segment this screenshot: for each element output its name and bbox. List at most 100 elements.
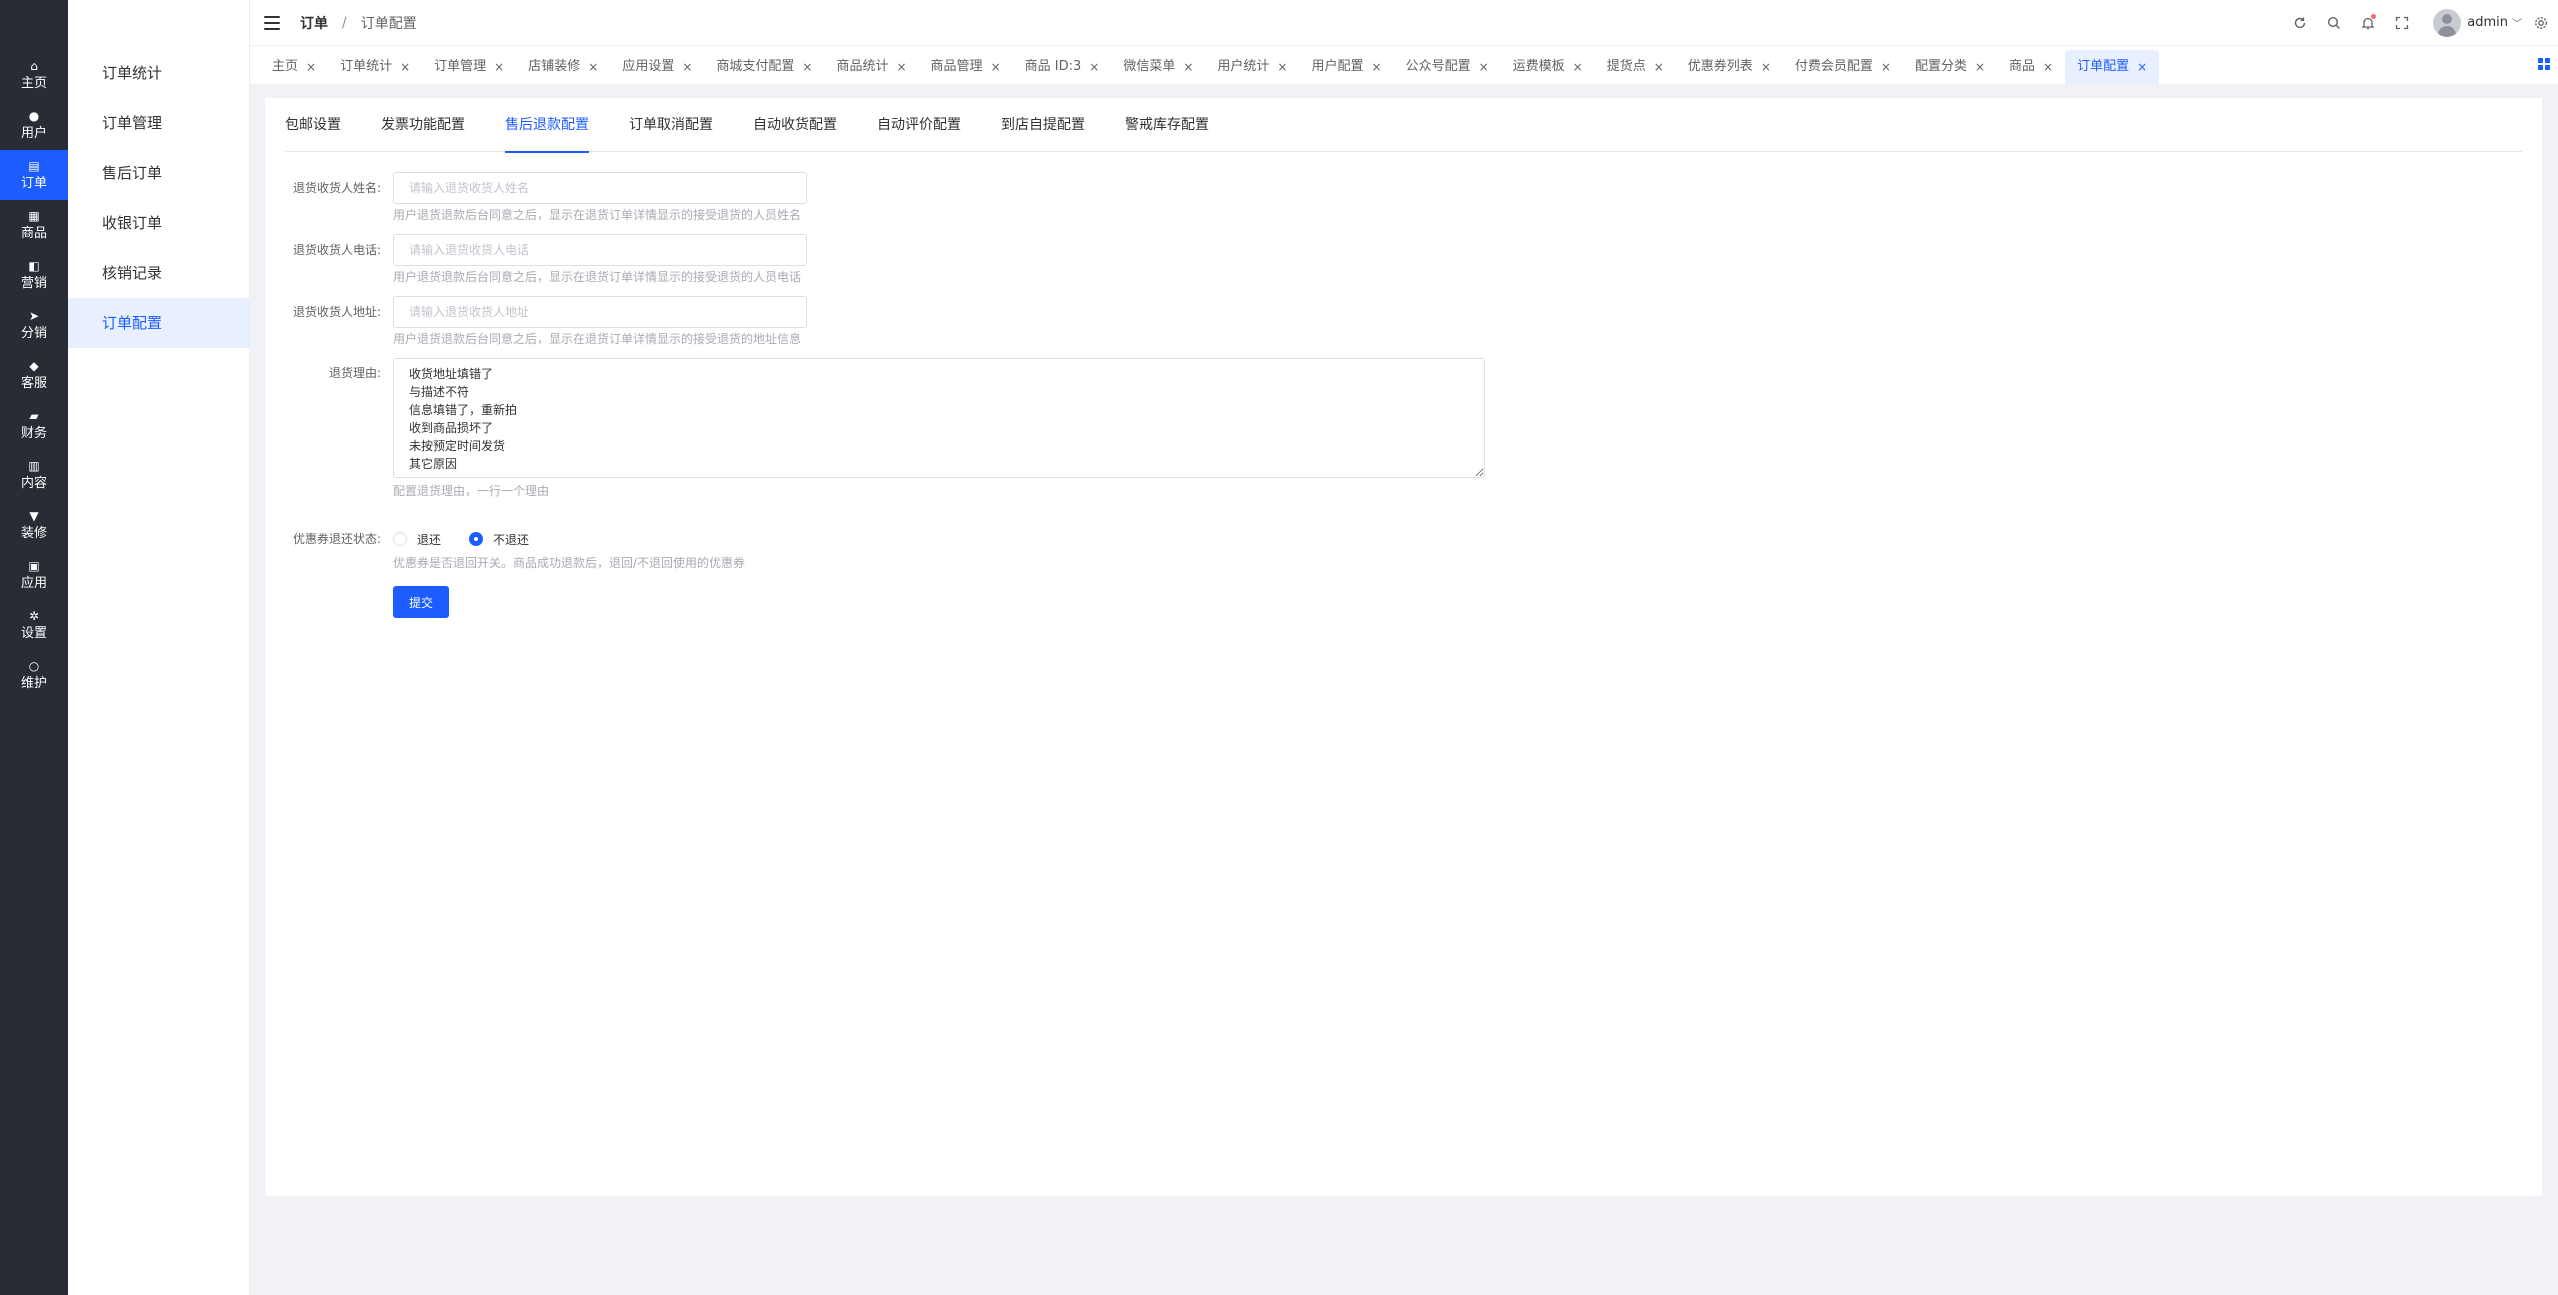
config-tab-6[interactable]: 到店自提配置 xyxy=(1001,98,1085,152)
config-tab-4[interactable]: 自动收货配置 xyxy=(753,98,837,152)
nav-item-10[interactable]: ▣ 应用 xyxy=(0,550,68,600)
tab-18[interactable]: 商品 × xyxy=(1997,50,2065,84)
tab-12[interactable]: 公众号配置 × xyxy=(1394,50,1501,84)
username[interactable]: admin xyxy=(2467,15,2508,30)
config-tab-2[interactable]: 售后退款配置 xyxy=(505,98,589,153)
breadcrumb: 订单 / 订单配置 xyxy=(300,13,417,33)
return-phone-input[interactable] xyxy=(393,234,807,266)
settings-icon[interactable] xyxy=(2532,14,2550,32)
nav-item-1[interactable]: ● 用户 xyxy=(0,100,68,150)
close-icon[interactable]: × xyxy=(1654,50,1664,84)
close-icon[interactable]: × xyxy=(2137,50,2147,84)
close-icon[interactable]: × xyxy=(802,50,812,84)
close-icon[interactable]: × xyxy=(2043,50,2053,84)
config-tab-1[interactable]: 发票功能配置 xyxy=(381,98,465,152)
tab-0[interactable]: 主页 × xyxy=(260,50,328,84)
tab-15[interactable]: 优惠券列表 × xyxy=(1676,50,1783,84)
config-tab-7[interactable]: 警戒库存配置 xyxy=(1125,98,1209,152)
close-icon[interactable]: × xyxy=(494,50,504,84)
nav-item-9[interactable]: ▼ 装修 xyxy=(0,500,68,550)
nav-item-12[interactable]: ○ 维护 xyxy=(0,650,68,700)
refund-config-form: 退货收货人姓名: 用户退货退款后台同意之后，显示在退货订单详情显示的接受退货的人… xyxy=(285,172,1485,618)
tab-7[interactable]: 商品管理 × xyxy=(919,50,1013,84)
submenu-item-3[interactable]: 收银订单 xyxy=(68,198,249,248)
close-icon[interactable]: × xyxy=(991,50,1001,84)
submenu-item-4[interactable]: 核销记录 xyxy=(68,248,249,298)
breadcrumb-current: 订单配置 xyxy=(360,15,417,32)
finance-icon: ▰ xyxy=(29,408,39,423)
submit-button[interactable]: 提交 xyxy=(393,586,449,618)
tab-1[interactable]: 订单统计 × xyxy=(328,50,422,84)
nav-item-3[interactable]: ▦ 商品 xyxy=(0,200,68,250)
tab-9[interactable]: 微信菜单 × xyxy=(1111,50,1205,84)
close-icon[interactable]: × xyxy=(1089,50,1099,84)
chevron-down-icon[interactable]: ﹀ xyxy=(2512,15,2522,30)
tab-16[interactable]: 付费会员配置 × xyxy=(1783,50,1903,84)
nav-item-5[interactable]: ➤ 分销 xyxy=(0,300,68,350)
nav-item-label: 应用 xyxy=(20,575,47,591)
close-icon[interactable]: × xyxy=(1975,50,1985,84)
tab-14[interactable]: 提货点 × xyxy=(1595,50,1676,84)
close-icon[interactable]: × xyxy=(1277,50,1287,84)
refresh-icon[interactable] xyxy=(2291,14,2309,32)
nav-item-7[interactable]: ▰ 财务 xyxy=(0,400,68,450)
close-icon[interactable]: × xyxy=(400,50,410,84)
close-icon[interactable]: × xyxy=(306,50,316,84)
close-icon[interactable]: × xyxy=(588,50,598,84)
breadcrumb-root[interactable]: 订单 xyxy=(300,13,328,33)
grid-menu-icon[interactable] xyxy=(2538,58,2550,70)
close-icon[interactable]: × xyxy=(1573,50,1583,84)
tab-11[interactable]: 用户配置 × xyxy=(1299,50,1393,84)
tab-label: 订单配置 xyxy=(2077,59,2130,74)
config-tab-0[interactable]: 包邮设置 xyxy=(285,98,341,152)
nav-item-11[interactable]: ✲ 设置 xyxy=(0,600,68,650)
nav-item-4[interactable]: ◧ 营销 xyxy=(0,250,68,300)
return-address-input[interactable] xyxy=(393,296,807,328)
avatar[interactable] xyxy=(2433,8,2462,37)
menu-toggle-icon[interactable] xyxy=(264,15,280,30)
search-icon[interactable] xyxy=(2325,14,2343,32)
close-icon[interactable]: × xyxy=(1761,50,1771,84)
return-name-input[interactable] xyxy=(393,172,807,204)
nav-item-0[interactable]: ⌂ 主页 xyxy=(0,50,68,100)
tab-3[interactable]: 店铺装修 × xyxy=(516,50,610,84)
close-icon[interactable]: × xyxy=(1881,50,1891,84)
maintain-icon: ○ xyxy=(28,658,40,673)
close-icon[interactable]: × xyxy=(682,50,692,84)
tab-8[interactable]: 商品 ID:3 × xyxy=(1013,50,1112,84)
close-icon[interactable]: × xyxy=(896,50,906,84)
nav-item-6[interactable]: ◆ 客服 xyxy=(0,350,68,400)
order-icon: ▤ xyxy=(28,158,40,173)
tab-4[interactable]: 应用设置 × xyxy=(610,50,704,84)
tab-19[interactable]: 订单配置 × xyxy=(2065,50,2160,84)
tab-2[interactable]: 订单管理 × xyxy=(422,50,516,84)
radio-circle[interactable] xyxy=(393,532,407,546)
fullscreen-icon[interactable] xyxy=(2393,14,2411,32)
nav-item-8[interactable]: ▥ 内容 xyxy=(0,450,68,500)
tab-10[interactable]: 用户统计 × xyxy=(1205,50,1299,84)
config-tab-3[interactable]: 订单取消配置 xyxy=(629,98,713,152)
nav-item-2[interactable]: ▤ 订单 xyxy=(0,150,68,200)
tab-label: 微信菜单 xyxy=(1123,59,1176,74)
close-icon[interactable]: × xyxy=(1372,50,1382,84)
return-reasons-textarea[interactable] xyxy=(393,358,1485,478)
header-actions: admin ﹀ xyxy=(2283,8,2550,37)
tab-6[interactable]: 商品统计 × xyxy=(824,50,918,84)
coupon-radio-1[interactable]: 不退还 xyxy=(469,531,529,548)
close-icon[interactable]: × xyxy=(1183,50,1193,84)
name-label: 退货收货人姓名: xyxy=(292,181,381,195)
close-icon[interactable]: × xyxy=(1479,50,1489,84)
submenu-item-1[interactable]: 订单管理 xyxy=(68,98,249,148)
submenu-item-0[interactable]: 订单统计 xyxy=(68,48,249,98)
bell-icon[interactable] xyxy=(2359,13,2377,32)
tab-bar: 主页 × 订单统计 × 订单管理 × 店铺装修 × 应用设置 × 商城支付配置 × 商品统计 × 商品管理 ×… xyxy=(250,46,2558,84)
content-card: 包邮设置 发票功能配置 售后退款配置 订单取消配置 自动收货配置 自动评价配置 到店自提配置… xyxy=(265,98,2542,1196)
tab-5[interactable]: 商城支付配置 × xyxy=(704,50,824,84)
submenu-item-5[interactable]: 订单配置 xyxy=(68,298,249,348)
submenu-item-2[interactable]: 售后订单 xyxy=(68,148,249,198)
coupon-radio-0[interactable]: 退还 xyxy=(393,531,441,548)
tab-17[interactable]: 配置分类 × xyxy=(1903,50,1997,84)
config-tab-5[interactable]: 自动评价配置 xyxy=(877,98,961,152)
radio-circle[interactable] xyxy=(469,532,484,546)
tab-13[interactable]: 运费模板 × xyxy=(1501,50,1595,84)
